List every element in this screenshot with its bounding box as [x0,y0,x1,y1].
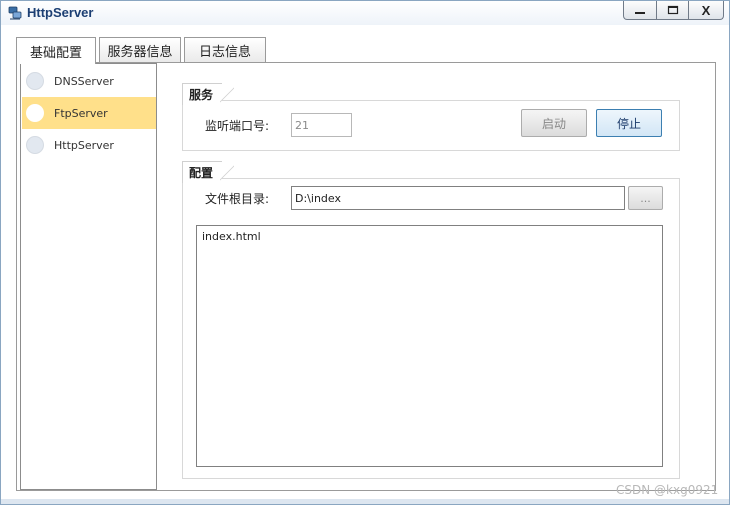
start-button[interactable]: 启动 [521,109,587,137]
root-dir-label: 文件根目录: [205,192,270,206]
list-item[interactable]: index.html [202,230,261,243]
server-item-label: DNSServer [54,74,114,88]
server-item-ftp[interactable]: FtpServer [22,97,156,129]
port-input[interactable]: 21 [291,113,352,137]
server-item-dns[interactable]: DNSServer [22,65,156,97]
server-status-icon [26,72,44,90]
maximize-button[interactable] [656,1,689,20]
port-label: 监听端口号: [205,119,270,133]
config-group-header: 配置 [182,161,234,184]
stop-button[interactable]: 停止 [596,109,662,137]
tab-basic-config[interactable]: 基础配置 [16,37,96,64]
server-item-label: HttpServer [54,138,114,152]
browse-button[interactable]: ... [628,186,663,210]
window-bottom-border [1,499,729,504]
server-item-http[interactable]: HttpServer [22,129,156,161]
tab-server-info[interactable]: 服务器信息 [99,37,181,63]
server-status-icon [26,136,44,154]
file-list[interactable]: index.html [196,225,663,467]
watermark: CSDN @kxg0921 [616,483,719,497]
server-list: DNSServer FtpServer HttpServer [20,63,157,490]
root-dir-input[interactable]: D:\index [291,186,625,210]
maximize-icon [667,5,678,15]
minimize-icon [635,12,645,14]
tab-log-info[interactable]: 日志信息 [184,37,266,63]
app-icon [8,6,22,20]
close-button[interactable]: X [688,1,724,20]
server-item-label: FtpServer [54,106,108,120]
app-window: HttpServer X 基础配置 服务器信息 日志信息 DNSServer F… [0,0,730,505]
minimize-button[interactable] [623,1,657,20]
server-status-icon [26,104,44,122]
service-group-header: 服务 [182,83,234,106]
window-title: HttpServer [27,5,94,20]
title-bar[interactable]: HttpServer X [1,1,729,25]
